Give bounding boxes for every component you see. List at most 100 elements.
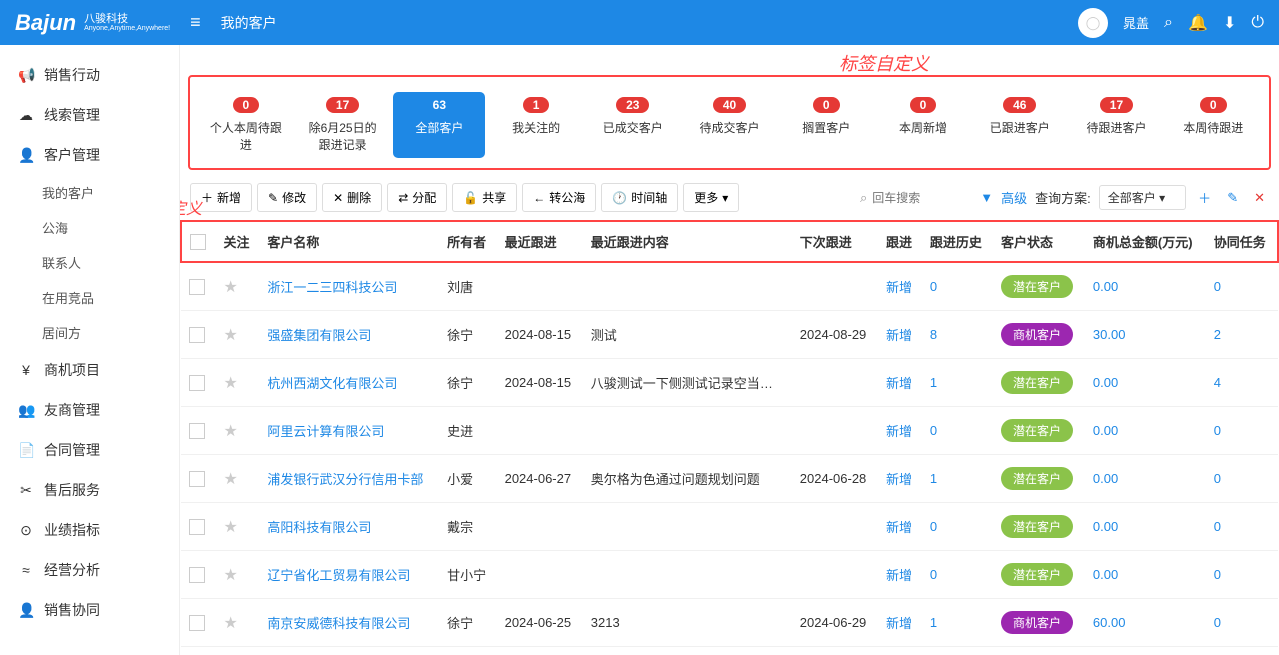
star-icon[interactable]: ★: [223, 327, 237, 344]
delete-button[interactable]: ✕ 删除: [322, 183, 382, 212]
avatar[interactable]: ◯: [1078, 8, 1108, 38]
follow-link[interactable]: 新增: [886, 472, 912, 487]
star-icon[interactable]: ★: [223, 567, 237, 584]
user-name[interactable]: 晁盖: [1123, 13, 1149, 32]
bell-icon[interactable]: 🔔: [1188, 13, 1208, 33]
search-icon[interactable]: ⌕: [1164, 14, 1173, 32]
nav-item[interactable]: ≈经营分析: [0, 550, 179, 590]
amount-link[interactable]: 0.00: [1093, 423, 1118, 438]
history-link[interactable]: 1: [930, 471, 937, 486]
assign-button[interactable]: ⇄ 分配: [387, 183, 447, 212]
filter-tab[interactable]: 0本周待跟进: [1167, 92, 1259, 158]
task-link[interactable]: 0: [1214, 471, 1221, 486]
row-checkbox[interactable]: [189, 567, 205, 583]
filter-tab[interactable]: 40待成交客户: [684, 92, 776, 158]
column-header[interactable]: 跟进历史: [922, 221, 993, 262]
star-icon[interactable]: ★: [223, 375, 237, 392]
task-link[interactable]: 2: [1214, 327, 1221, 342]
nav-item[interactable]: 👥友商管理: [0, 390, 179, 430]
column-header[interactable]: 最近跟进: [497, 221, 583, 262]
filter-tab[interactable]: 63全部客户: [393, 92, 485, 158]
customer-name-link[interactable]: 高阳科技有限公司: [267, 520, 371, 535]
row-checkbox[interactable]: [189, 615, 205, 631]
nav-item[interactable]: 👤销售协同: [0, 590, 179, 630]
nav-sub-item[interactable]: 居间方: [0, 315, 179, 350]
star-icon[interactable]: ★: [223, 423, 237, 440]
customer-name-link[interactable]: 杭州西湖文化有限公司: [267, 376, 397, 391]
column-header[interactable]: 商机总金额(万元): [1085, 221, 1206, 262]
history-link[interactable]: 1: [930, 615, 937, 630]
history-link[interactable]: 1: [930, 375, 937, 390]
hamburger-icon[interactable]: ≡: [190, 12, 201, 33]
row-checkbox[interactable]: [189, 423, 205, 439]
filter-tab[interactable]: 1我关注的: [490, 92, 582, 158]
amount-link[interactable]: 0.00: [1093, 471, 1118, 486]
amount-link[interactable]: 0.00: [1093, 567, 1118, 582]
row-checkbox[interactable]: [189, 471, 205, 487]
filter-tab[interactable]: 23已成交客户: [587, 92, 679, 158]
nav-item[interactable]: ¥商机项目: [0, 350, 179, 390]
nav-sub-item[interactable]: 我的客户: [0, 175, 179, 210]
amount-link[interactable]: 60.00: [1093, 615, 1126, 630]
customer-name-link[interactable]: 浙江一二三四科技公司: [267, 280, 397, 295]
column-header[interactable]: 跟进: [878, 221, 922, 262]
filter-tab[interactable]: 0本周新增: [877, 92, 969, 158]
close-icon[interactable]: ✕: [1250, 188, 1269, 208]
nav-item[interactable]: ✂售后服务: [0, 470, 179, 510]
column-header[interactable]: 所有者: [439, 221, 496, 262]
filter-tab[interactable]: 0个人本周待跟进: [200, 92, 292, 158]
nav-item[interactable]: 👤客户管理: [0, 135, 179, 175]
task-link[interactable]: 0: [1214, 615, 1221, 630]
follow-link[interactable]: 新增: [886, 328, 912, 343]
star-icon[interactable]: ★: [223, 519, 237, 536]
history-link[interactable]: 8: [930, 327, 937, 342]
more-button[interactable]: 更多 ▾: [683, 183, 739, 212]
amount-link[interactable]: 0.00: [1093, 375, 1118, 390]
column-header[interactable]: 客户名称: [259, 221, 439, 262]
follow-link[interactable]: 新增: [886, 376, 912, 391]
column-header[interactable]: 协同任务: [1206, 221, 1278, 262]
timeline-button[interactable]: 🕐 时间轴: [601, 183, 678, 212]
filter-tab[interactable]: 17除6月25日的跟进记录: [297, 92, 389, 158]
column-header[interactable]: 关注: [215, 221, 259, 262]
customer-name-link[interactable]: 强盛集团有限公司: [267, 328, 371, 343]
row-checkbox[interactable]: [189, 327, 205, 343]
history-link[interactable]: 0: [930, 567, 937, 582]
filter-tab[interactable]: 17待跟进客户: [1071, 92, 1163, 158]
nav-sub-item[interactable]: 在用竞品: [0, 280, 179, 315]
star-icon[interactable]: ★: [223, 471, 237, 488]
task-link[interactable]: 0: [1214, 423, 1221, 438]
share-button[interactable]: 🔓 共享: [452, 183, 517, 212]
search-input[interactable]: [872, 191, 972, 205]
power-icon[interactable]: ⏻: [1251, 14, 1264, 32]
to-sea-button[interactable]: ← 转公海: [522, 183, 596, 212]
filter-icon[interactable]: ▼: [980, 190, 993, 205]
column-header[interactable]: 下次跟进: [792, 221, 878, 262]
row-checkbox[interactable]: [189, 519, 205, 535]
customer-name-link[interactable]: 阿里云计算有限公司: [267, 424, 384, 439]
task-link[interactable]: 0: [1214, 279, 1221, 294]
amount-link[interactable]: 0.00: [1093, 519, 1118, 534]
nav-item[interactable]: ⊙业绩指标: [0, 510, 179, 550]
follow-link[interactable]: 新增: [886, 280, 912, 295]
filter-tab[interactable]: 46已跟进客户: [974, 92, 1066, 158]
nav-item[interactable]: 📄合同管理: [0, 430, 179, 470]
customer-name-link[interactable]: 辽宁省化工贸易有限公司: [267, 568, 410, 583]
task-link[interactable]: 0: [1214, 519, 1221, 534]
follow-link[interactable]: 新增: [886, 616, 912, 631]
select-all-checkbox[interactable]: [190, 234, 206, 250]
column-header[interactable]: 客户状态: [993, 221, 1085, 262]
amount-link[interactable]: 30.00: [1093, 327, 1126, 342]
nav-item[interactable]: ☁线索管理: [0, 95, 179, 135]
history-link[interactable]: 0: [930, 279, 937, 294]
nav-sub-item[interactable]: 联系人: [0, 245, 179, 280]
filter-tab[interactable]: 0搁置客户: [780, 92, 872, 158]
follow-link[interactable]: 新增: [886, 424, 912, 439]
task-link[interactable]: 0: [1214, 567, 1221, 582]
follow-link[interactable]: 新增: [886, 568, 912, 583]
history-link[interactable]: 0: [930, 423, 937, 438]
scheme-select[interactable]: 全部客户 ▾: [1099, 185, 1186, 210]
row-checkbox[interactable]: [189, 279, 205, 295]
row-checkbox[interactable]: [189, 375, 205, 391]
search-box[interactable]: ⌕: [860, 190, 972, 206]
